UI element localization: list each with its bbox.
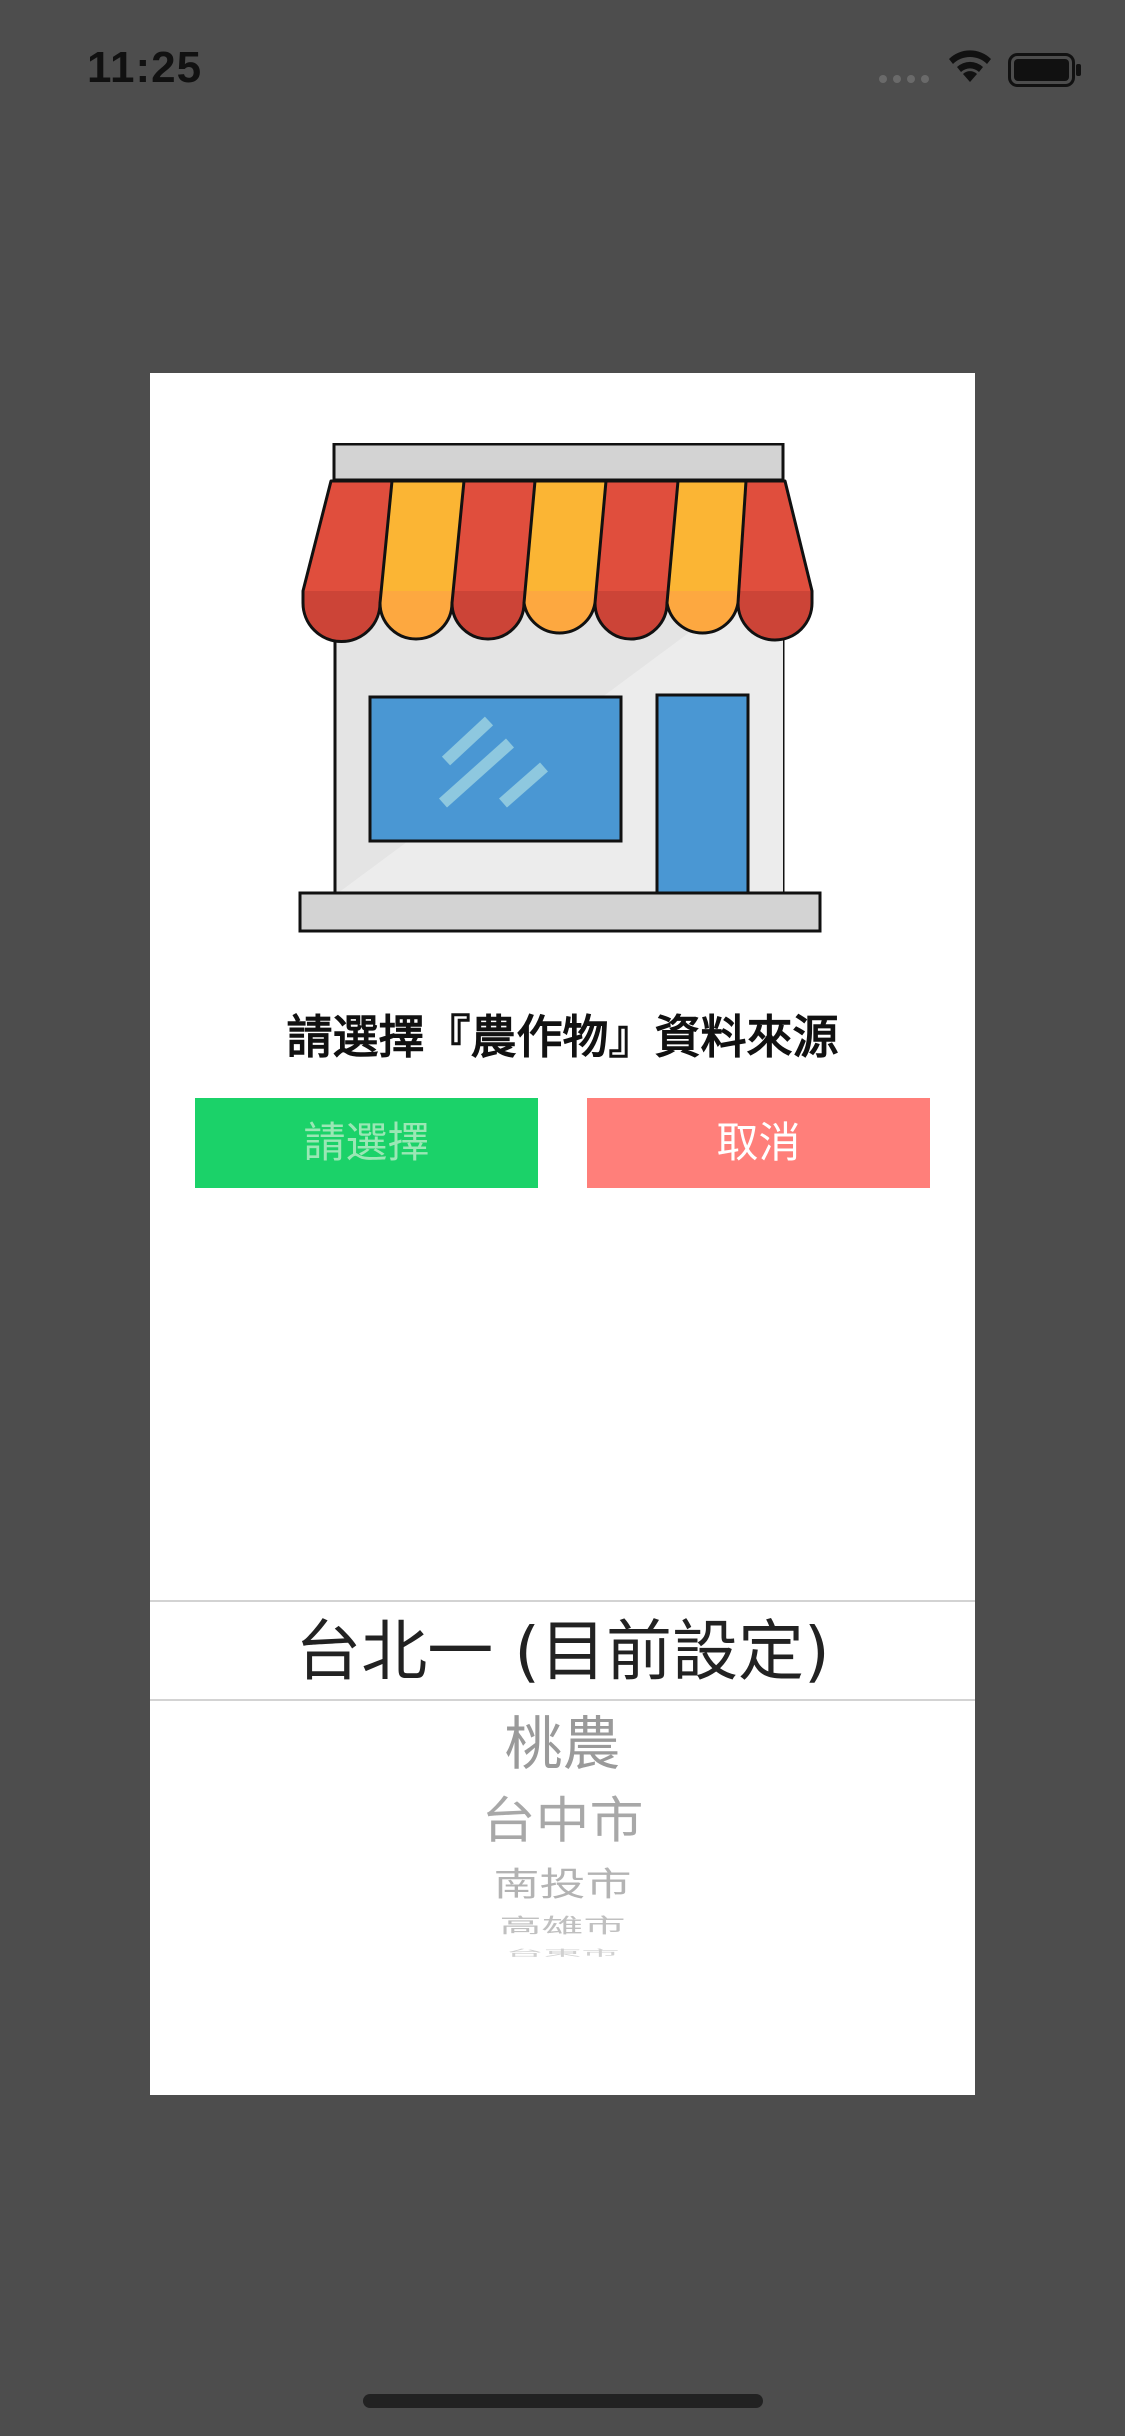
picker-option[interactable]: 高雄市 [150, 1915, 975, 1936]
home-indicator[interactable] [363, 2394, 763, 2408]
picker-option[interactable]: 台東市 [150, 1949, 975, 1957]
picker-option[interactable]: 南投市 [150, 1865, 975, 1902]
store-icon [298, 443, 822, 933]
picker-option[interactable]: 桃農 [150, 1706, 975, 1782]
picker-option[interactable]: 台中市 [150, 1791, 975, 1852]
cancel-button[interactable]: 取消 [587, 1098, 930, 1188]
dialog-title: 請選擇『農作物』資料來源 [286, 1010, 839, 1064]
wifi-icon [949, 50, 991, 82]
data-source-picker[interactable]: 台北一 (目前設定) 桃農 台中市 南投市 高雄市 台東市 [150, 1588, 975, 2008]
picker-option-selected[interactable]: 台北一 (目前設定) [150, 1610, 975, 1694]
data-source-dialog: 請選擇『農作物』資料來源 請選擇 取消 台北一 (目前設定) 桃農 台中市 南投… [150, 373, 975, 2095]
status-bar-time: 11:25 [87, 43, 203, 92]
battery-icon [1008, 53, 1081, 87]
select-button[interactable]: 請選擇 [195, 1098, 538, 1188]
cellular-signal-icon [879, 75, 929, 83]
